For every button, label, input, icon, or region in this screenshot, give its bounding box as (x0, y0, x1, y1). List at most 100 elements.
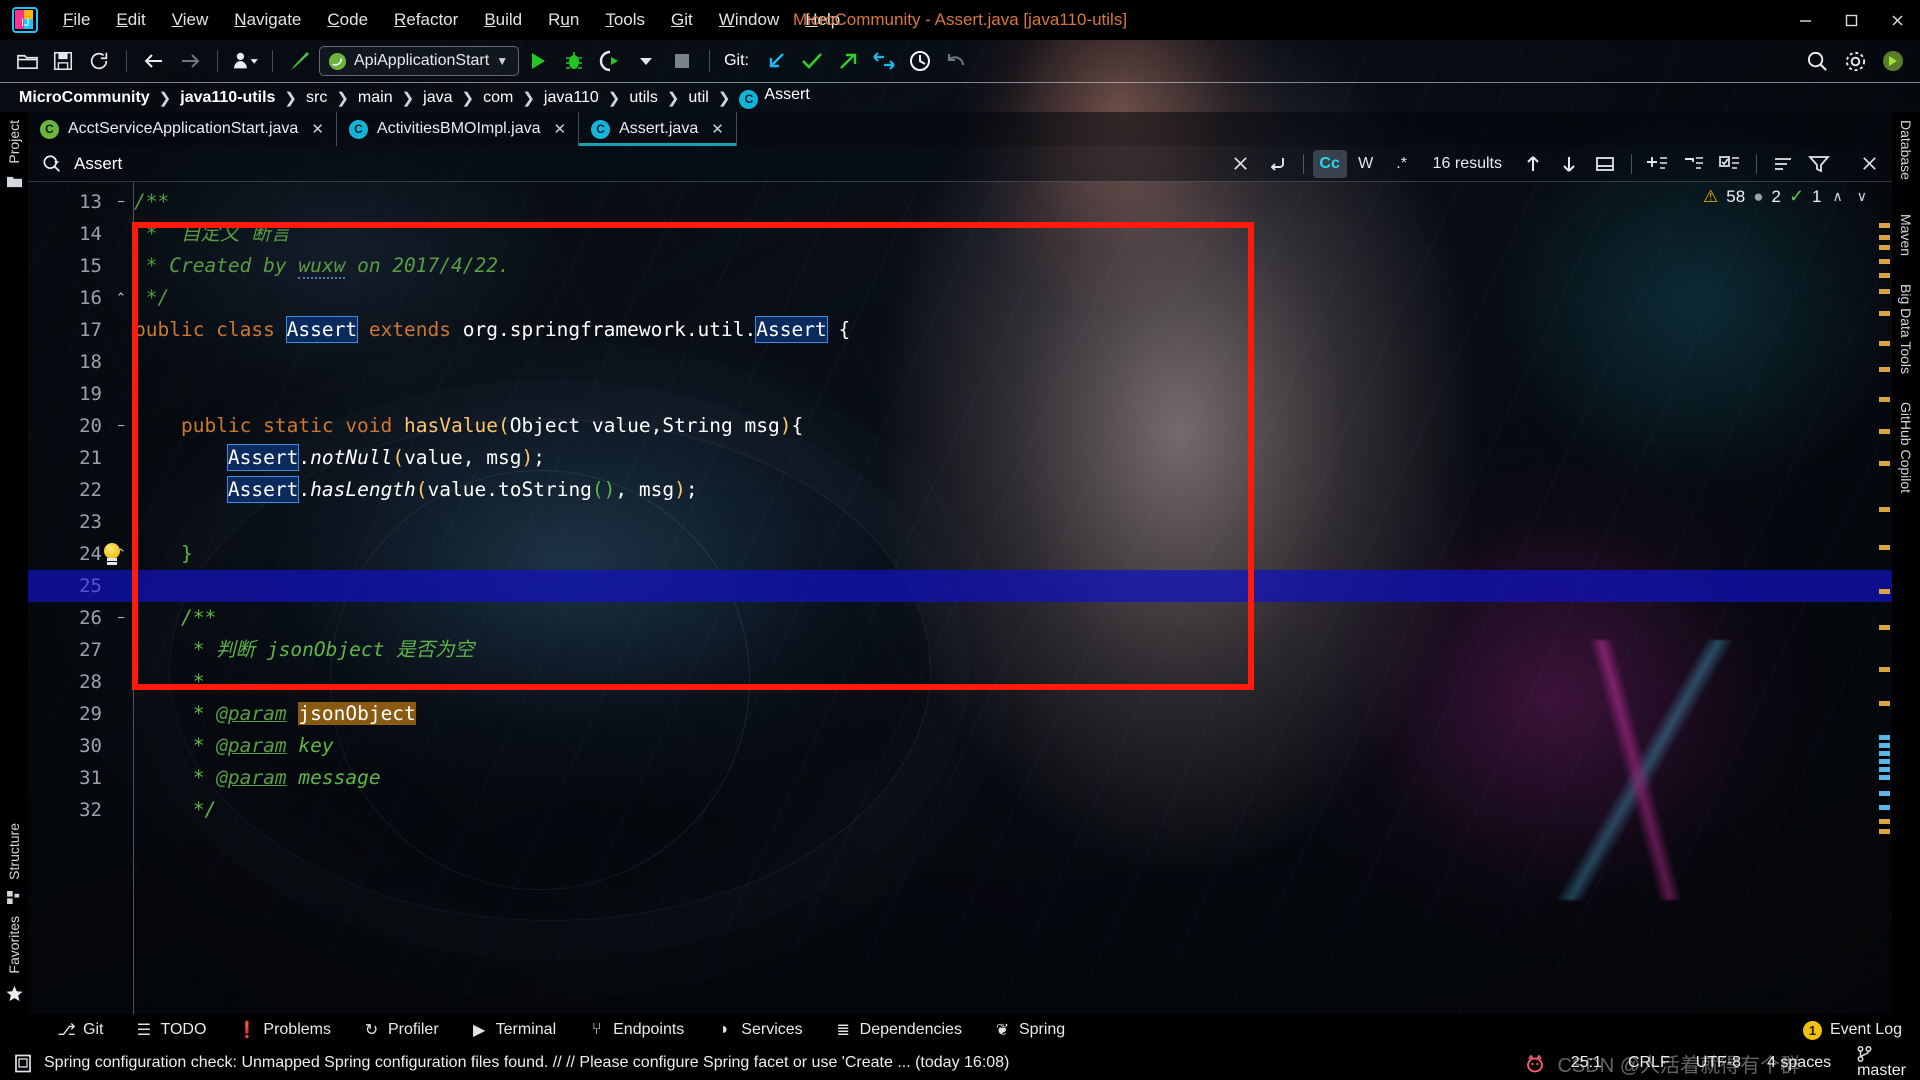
run-configuration-selector[interactable]: ApiApplicationStart ▼ (319, 46, 520, 76)
code-folding-marker[interactable]: ⌃ (114, 282, 128, 314)
line-number[interactable]: 17 (28, 314, 102, 346)
breadcrumb-item-main[interactable]: main (353, 89, 398, 107)
error-stripe-mark[interactable] (1879, 245, 1890, 250)
pig-icon[interactable] (1525, 1054, 1545, 1073)
window-controls[interactable] (1782, 0, 1920, 40)
error-stripe-mark[interactable] (1879, 701, 1890, 706)
regex-newline-icon[interactable] (1260, 150, 1294, 178)
menu-item-run[interactable]: Run (535, 6, 592, 34)
tool-window-button-terminal[interactable]: ▶ Terminal (455, 1021, 572, 1039)
filter-icon[interactable] (1802, 150, 1836, 178)
line-number[interactable]: 14 (28, 218, 102, 250)
more-run-options-icon[interactable] (629, 46, 663, 76)
update-project-icon[interactable] (759, 46, 793, 76)
regex-toggle[interactable]: .* (1385, 150, 1419, 178)
error-stripe-mark[interactable] (1879, 751, 1890, 756)
code-folding-marker[interactable]: − (114, 410, 128, 442)
error-stripe-mark[interactable] (1879, 311, 1890, 316)
line-number[interactable]: 26 (28, 602, 102, 634)
error-stripe-mark[interactable] (1879, 461, 1890, 466)
line-number[interactable]: 15 (28, 250, 102, 282)
history-clock-icon[interactable] (903, 46, 937, 76)
error-stripe-mark[interactable] (1879, 767, 1890, 772)
stop-icon[interactable] (665, 46, 699, 76)
error-stripe-markers[interactable] (1876, 215, 1890, 960)
tool-window-button-dependencies[interactable]: ≣ Dependencies (819, 1021, 978, 1039)
error-stripe-mark[interactable] (1879, 367, 1890, 372)
next-problem-icon[interactable]: ∨ (1854, 188, 1870, 205)
close-tab-icon[interactable]: ✕ (554, 120, 567, 138)
sidebar-item-github-copilot[interactable]: GitHub Copilot (1898, 382, 1914, 501)
error-stripe-mark[interactable] (1879, 235, 1890, 240)
breadcrumb-item-assert[interactable]: C Assert (734, 86, 814, 109)
line-number[interactable]: 27 (28, 634, 102, 666)
error-stripe-mark[interactable] (1879, 667, 1890, 672)
error-stripe-mark[interactable] (1879, 341, 1890, 346)
sidebar-item-project[interactable]: Project (6, 112, 22, 172)
code-line[interactable]: * 判断 jsonObject 是否为空 (134, 634, 474, 666)
tool-window-button-profiler[interactable]: ↻ Profiler (347, 1021, 455, 1039)
menu-item-edit[interactable]: Edit (103, 6, 158, 34)
caret-position[interactable]: 25:1 (1571, 1054, 1602, 1072)
settings-gear-icon[interactable] (1838, 46, 1872, 76)
event-log-button[interactable]: 1 Event Log (1802, 1020, 1920, 1040)
line-number[interactable]: 29 (28, 698, 102, 730)
chevron-down-icon[interactable]: ▼ (496, 54, 508, 68)
line-separator[interactable]: CRLF (1628, 1054, 1670, 1072)
error-stripe-mark[interactable] (1879, 735, 1890, 740)
project-folder-icon[interactable] (6, 174, 23, 189)
code-line[interactable]: Assert.hasLength(value.toString(), msg); (134, 474, 698, 506)
next-match-icon[interactable] (1552, 150, 1586, 178)
tool-window-button-todo[interactable]: ☰ TODO (119, 1021, 222, 1039)
error-stripe-mark[interactable] (1879, 819, 1890, 824)
status-message[interactable]: Spring configuration check: Unmapped Spr… (44, 1054, 1009, 1072)
error-stripe-mark[interactable] (1879, 589, 1890, 594)
line-number[interactable]: 20 (28, 410, 102, 442)
error-stripe-mark[interactable] (1879, 259, 1890, 264)
code-line[interactable]: /** (134, 602, 216, 634)
breadcrumb-item-src[interactable]: src (301, 89, 332, 107)
intention-bulb-icon[interactable] (102, 543, 122, 565)
preserve-case-icon[interactable] (1766, 150, 1800, 178)
menu-item-refactor[interactable]: Refactor (381, 6, 471, 34)
branch-name[interactable]: master (1857, 1062, 1906, 1079)
code-line[interactable]: public static void hasValue(Object value… (134, 410, 803, 442)
breadcrumb[interactable]: MicroCommunity ❯ java110-utils ❯ src ❯ main ❯ ja… (0, 82, 1920, 112)
error-stripe-mark[interactable] (1879, 743, 1890, 748)
menu-item-help[interactable]: Help (792, 6, 853, 34)
tool-window-button-spring[interactable]: ❦ Spring (978, 1021, 1081, 1039)
git-branch-widget[interactable]: master (1857, 1046, 1906, 1080)
error-stripe-mark[interactable] (1879, 791, 1890, 796)
breadcrumb-item-com[interactable]: com (478, 89, 518, 107)
open-in-find-window-icon[interactable] (1588, 150, 1622, 178)
line-number[interactable]: 32 (28, 794, 102, 826)
sidebar-item-maven[interactable]: Maven (1898, 188, 1914, 264)
select-all-occurrences-icon[interactable] (1713, 150, 1747, 178)
error-stripe-mark[interactable] (1879, 775, 1890, 780)
line-number[interactable]: 31 (28, 762, 102, 794)
editor-tab-acctserviceapplicationstart-java[interactable]: C AcctServiceApplicationStart.java ✕ (28, 112, 337, 146)
line-number[interactable]: 18 (28, 346, 102, 378)
favorites-star-icon[interactable] (6, 986, 23, 1002)
line-number[interactable]: 24 (28, 538, 102, 570)
error-stripe-mark[interactable] (1879, 273, 1890, 278)
profile-dropdown-icon[interactable] (228, 46, 262, 76)
debug-icon[interactable] (557, 46, 591, 76)
sidebar-item-database[interactable]: Database (1898, 112, 1914, 188)
search-input[interactable]: Assert (28, 154, 122, 174)
close-tab-icon[interactable]: ✕ (711, 120, 724, 138)
code-line[interactable]: } (134, 538, 193, 570)
close-tab-icon[interactable]: ✕ (311, 120, 324, 138)
menu-item-git[interactable]: Git (658, 6, 706, 34)
search-everywhere-icon[interactable] (1800, 46, 1834, 76)
error-stripe-mark[interactable] (1879, 289, 1890, 294)
undo-icon[interactable] (939, 46, 973, 76)
menu-bar[interactable]: File Edit View Navigate Code Refactor Build Run… (50, 6, 853, 34)
error-stripe-mark[interactable] (1879, 805, 1890, 810)
close-search-panel-icon[interactable] (1852, 150, 1886, 178)
run-coverage-icon[interactable] (593, 46, 627, 76)
breadcrumb-item-utils[interactable]: utils (624, 89, 662, 107)
editor-tab-activitiesbmoimpl-java[interactable]: C ActivitiesBMOImpl.java ✕ (337, 112, 580, 146)
sync-icon[interactable] (82, 46, 116, 76)
line-number[interactable]: 22 (28, 474, 102, 506)
